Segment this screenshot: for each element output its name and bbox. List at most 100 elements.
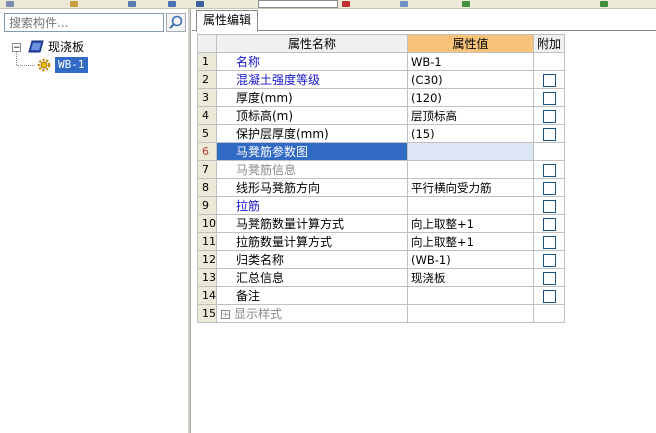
attach-cell: [533, 232, 565, 251]
attach-checkbox[interactable]: [542, 289, 556, 303]
attach-cell: [533, 88, 565, 107]
expand-icon[interactable]: +: [221, 310, 230, 320]
table-row[interactable]: 8 线形马凳筋方向 平行横向受力筋: [197, 178, 565, 197]
attach-checkbox[interactable]: [542, 271, 556, 285]
property-name-cell[interactable]: 名称: [216, 52, 408, 71]
property-name-cell[interactable]: + 显示样式: [216, 304, 408, 323]
property-value-cell[interactable]: [407, 196, 534, 215]
tree-node-root[interactable]: − 现浇板: [0, 39, 186, 55]
search-button[interactable]: [166, 13, 186, 32]
attach-cell: [533, 250, 565, 269]
attach-checkbox[interactable]: [542, 127, 556, 141]
attach-checkbox[interactable]: [542, 91, 556, 105]
search-icon: [169, 15, 183, 29]
toolbar-find-icon[interactable]: [168, 1, 176, 7]
toolbar-layer-icon[interactable]: [400, 1, 408, 7]
table-row[interactable]: 14 备注: [197, 286, 565, 305]
attach-checkbox[interactable]: [542, 253, 556, 267]
panel-splitter[interactable]: [188, 9, 190, 433]
property-value-cell[interactable]: 向上取整+1: [407, 214, 534, 233]
property-name-cell[interactable]: 混凝土强度等级: [216, 70, 408, 89]
table-row[interactable]: 10 马凳筋数量计算方式 向上取整+1: [197, 214, 565, 233]
property-name: 显示样式: [234, 307, 283, 321]
table-row[interactable]: 9 拉筋: [197, 196, 565, 215]
property-name-cell[interactable]: 备注: [216, 286, 408, 305]
header-name[interactable]: 属性名称: [216, 34, 408, 53]
attach-checkbox[interactable]: [542, 109, 556, 123]
header-value[interactable]: 属性值: [407, 34, 534, 53]
table-row[interactable]: 4 顶标高(m) 层顶标高: [197, 106, 565, 125]
property-name: 归类名称: [236, 253, 285, 267]
attach-checkbox[interactable]: [542, 163, 556, 177]
property-name: 马凳筋参数图: [236, 145, 309, 159]
attach-cell: [533, 142, 565, 161]
toolbar-apply-icon[interactable]: [600, 1, 608, 7]
table-row[interactable]: 7 马凳筋信息: [197, 160, 565, 179]
table-row[interactable]: 6 马凳筋参数图: [197, 142, 565, 161]
property-value-cell[interactable]: [407, 286, 534, 305]
row-number: 1: [197, 52, 217, 71]
property-value-cell[interactable]: (WB-1): [407, 250, 534, 269]
tab-property-edit[interactable]: 属性编辑: [196, 10, 259, 32]
attach-cell: [533, 214, 565, 233]
property-name-cell[interactable]: 顶标高(m): [216, 106, 408, 125]
search-input[interactable]: [5, 14, 163, 32]
row-number: 14: [197, 286, 217, 305]
row-number: 10: [197, 214, 217, 233]
property-name-cell[interactable]: 归类名称: [216, 250, 408, 269]
property-value-cell[interactable]: [407, 142, 534, 161]
row-number: 13: [197, 268, 217, 287]
property-value-cell[interactable]: 层顶标高: [407, 106, 534, 125]
row-number: 4: [197, 106, 217, 125]
property-name-cell[interactable]: 拉筋: [216, 196, 408, 215]
property-name-cell[interactable]: 汇总信息: [216, 268, 408, 287]
attach-checkbox[interactable]: [542, 217, 556, 231]
property-value-cell[interactable]: 现浇板: [407, 268, 534, 287]
property-name: 保护层厚度(mm): [236, 127, 329, 141]
property-name-cell[interactable]: 马凳筋参数图: [216, 142, 408, 161]
tab-bar: 属性编辑: [192, 9, 656, 32]
table-row[interactable]: 13 汇总信息 现浇板: [197, 268, 565, 287]
property-value-cell[interactable]: 平行横向受力筋: [407, 178, 534, 197]
table-row[interactable]: 12 归类名称 (WB-1): [197, 250, 565, 269]
table-row[interactable]: 11 拉筋数量计算方式 向上取整+1: [197, 232, 565, 251]
toolbar-filter-icon[interactable]: [196, 1, 204, 7]
property-value-cell[interactable]: WB-1: [407, 52, 534, 71]
toolbar-copy-icon[interactable]: [128, 1, 136, 7]
property-name-cell[interactable]: 厚度(mm): [216, 88, 408, 107]
attach-cell: [533, 196, 565, 215]
property-value-cell[interactable]: 向上取整+1: [407, 232, 534, 251]
tree-node-wb1[interactable]: WB-1: [0, 57, 186, 73]
toolbar: [0, 0, 656, 9]
property-name-cell[interactable]: 线形马凳筋方向: [216, 178, 408, 197]
table-row[interactable]: 15 + 显示样式: [197, 304, 565, 323]
attach-cell: [533, 160, 565, 179]
property-name-cell[interactable]: 马凳筋数量计算方式: [216, 214, 408, 233]
property-name: 拉筋数量计算方式: [236, 235, 333, 249]
property-name-cell[interactable]: 马凳筋信息: [216, 160, 408, 179]
property-name: 顶标高(m): [236, 109, 294, 123]
attach-checkbox[interactable]: [542, 73, 556, 87]
toolbar-ok-icon[interactable]: [462, 1, 470, 7]
property-value-cell[interactable]: (120): [407, 88, 534, 107]
attach-checkbox[interactable]: [542, 199, 556, 213]
property-name-cell[interactable]: 保护层厚度(mm): [216, 124, 408, 143]
property-name-cell[interactable]: 拉筋数量计算方式: [216, 232, 408, 251]
toolbar-edit-icon[interactable]: [70, 1, 78, 7]
property-value-cell[interactable]: (C30): [407, 70, 534, 89]
attach-cell: [533, 124, 565, 143]
collapse-icon[interactable]: −: [12, 43, 21, 53]
toolbar-new-icon[interactable]: [6, 1, 14, 7]
header-extra[interactable]: 附加: [533, 34, 565, 53]
property-value-cell[interactable]: [407, 304, 534, 323]
toolbar-combo[interactable]: [258, 0, 338, 8]
attach-checkbox[interactable]: [542, 181, 556, 195]
attach-checkbox[interactable]: [542, 235, 556, 249]
property-value-cell[interactable]: (15): [407, 124, 534, 143]
table-row[interactable]: 2 混凝土强度等级 (C30): [197, 70, 565, 89]
table-row[interactable]: 5 保护层厚度(mm) (15): [197, 124, 565, 143]
toolbar-delete-icon[interactable]: [342, 1, 350, 7]
table-row[interactable]: 3 厚度(mm) (120): [197, 88, 565, 107]
table-row[interactable]: 1 名称 WB-1: [197, 52, 565, 71]
property-value-cell[interactable]: [407, 160, 534, 179]
